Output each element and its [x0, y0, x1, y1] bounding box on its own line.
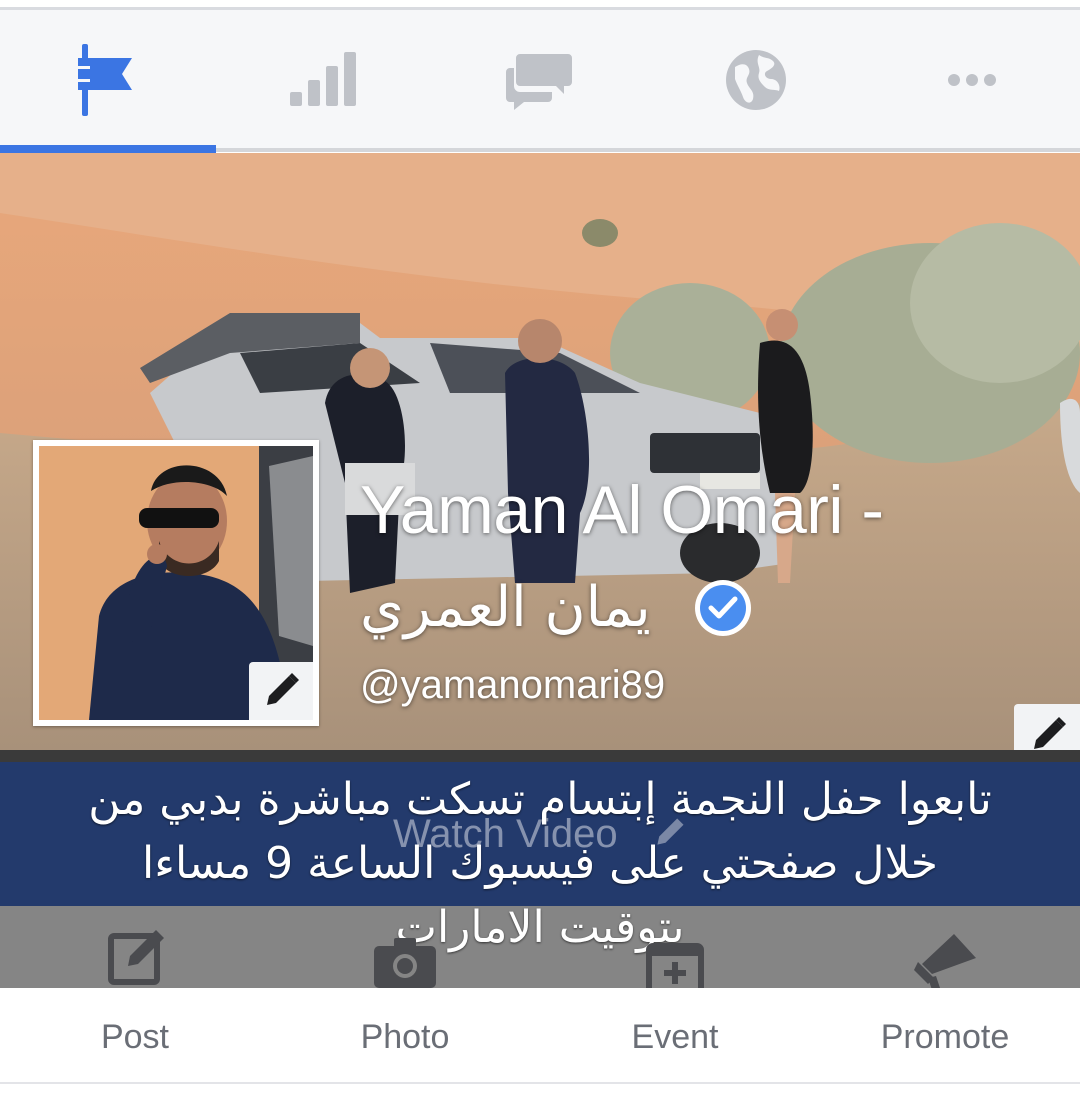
tab-more[interactable] — [864, 10, 1080, 150]
page-tab-bar — [0, 10, 1080, 150]
photo-button[interactable]: Photo — [270, 988, 540, 1082]
caption-line: تابعوا حفل النجمة إبتسام تسكت مباشرة بدب… — [88, 774, 992, 825]
more-dots-icon — [948, 74, 996, 86]
chat-bubbles-icon — [506, 54, 572, 110]
tab-divider — [216, 148, 1080, 152]
calendar-plus-icon — [646, 943, 704, 994]
bar-chart-icon — [290, 52, 356, 106]
promote-label: Promote — [880, 1018, 1010, 1056]
verified-badge-icon — [695, 580, 751, 636]
camera-icon — [374, 938, 436, 988]
tab-page[interactable] — [0, 10, 216, 150]
tab-messages[interactable] — [432, 10, 648, 150]
event-button[interactable]: Event — [540, 988, 810, 1082]
post-button[interactable]: Post — [0, 988, 270, 1082]
page-name: Yaman Al Omari - — [360, 472, 884, 548]
caption-line: خلال صفحتي على فيسبوك الساعة 9 مساءا — [142, 838, 938, 889]
globe-icon — [726, 50, 786, 110]
active-tab-indicator — [0, 145, 216, 153]
compose-icon — [108, 930, 164, 985]
promote-button[interactable]: Promote — [810, 988, 1080, 1082]
cover-bottom-band — [0, 750, 1080, 762]
post-label: Post — [100, 1018, 170, 1056]
flag-icon — [78, 44, 132, 116]
edit-profile-picture-button[interactable] — [249, 662, 313, 720]
page-username: @yamanomari89 — [360, 663, 666, 707]
tab-public-view[interactable] — [648, 10, 864, 150]
pencil-icon — [1034, 717, 1066, 749]
page-action-bar: Post Photo Event Promote — [0, 988, 1080, 1084]
pencil-icon — [267, 673, 299, 705]
event-label: Event — [631, 1018, 719, 1056]
profile-picture[interactable] — [33, 440, 319, 726]
page-name-arabic: يمان العمري — [360, 575, 651, 640]
top-divider — [0, 0, 1080, 10]
photo-label: Photo — [360, 1018, 450, 1056]
tab-insights[interactable] — [216, 10, 432, 150]
